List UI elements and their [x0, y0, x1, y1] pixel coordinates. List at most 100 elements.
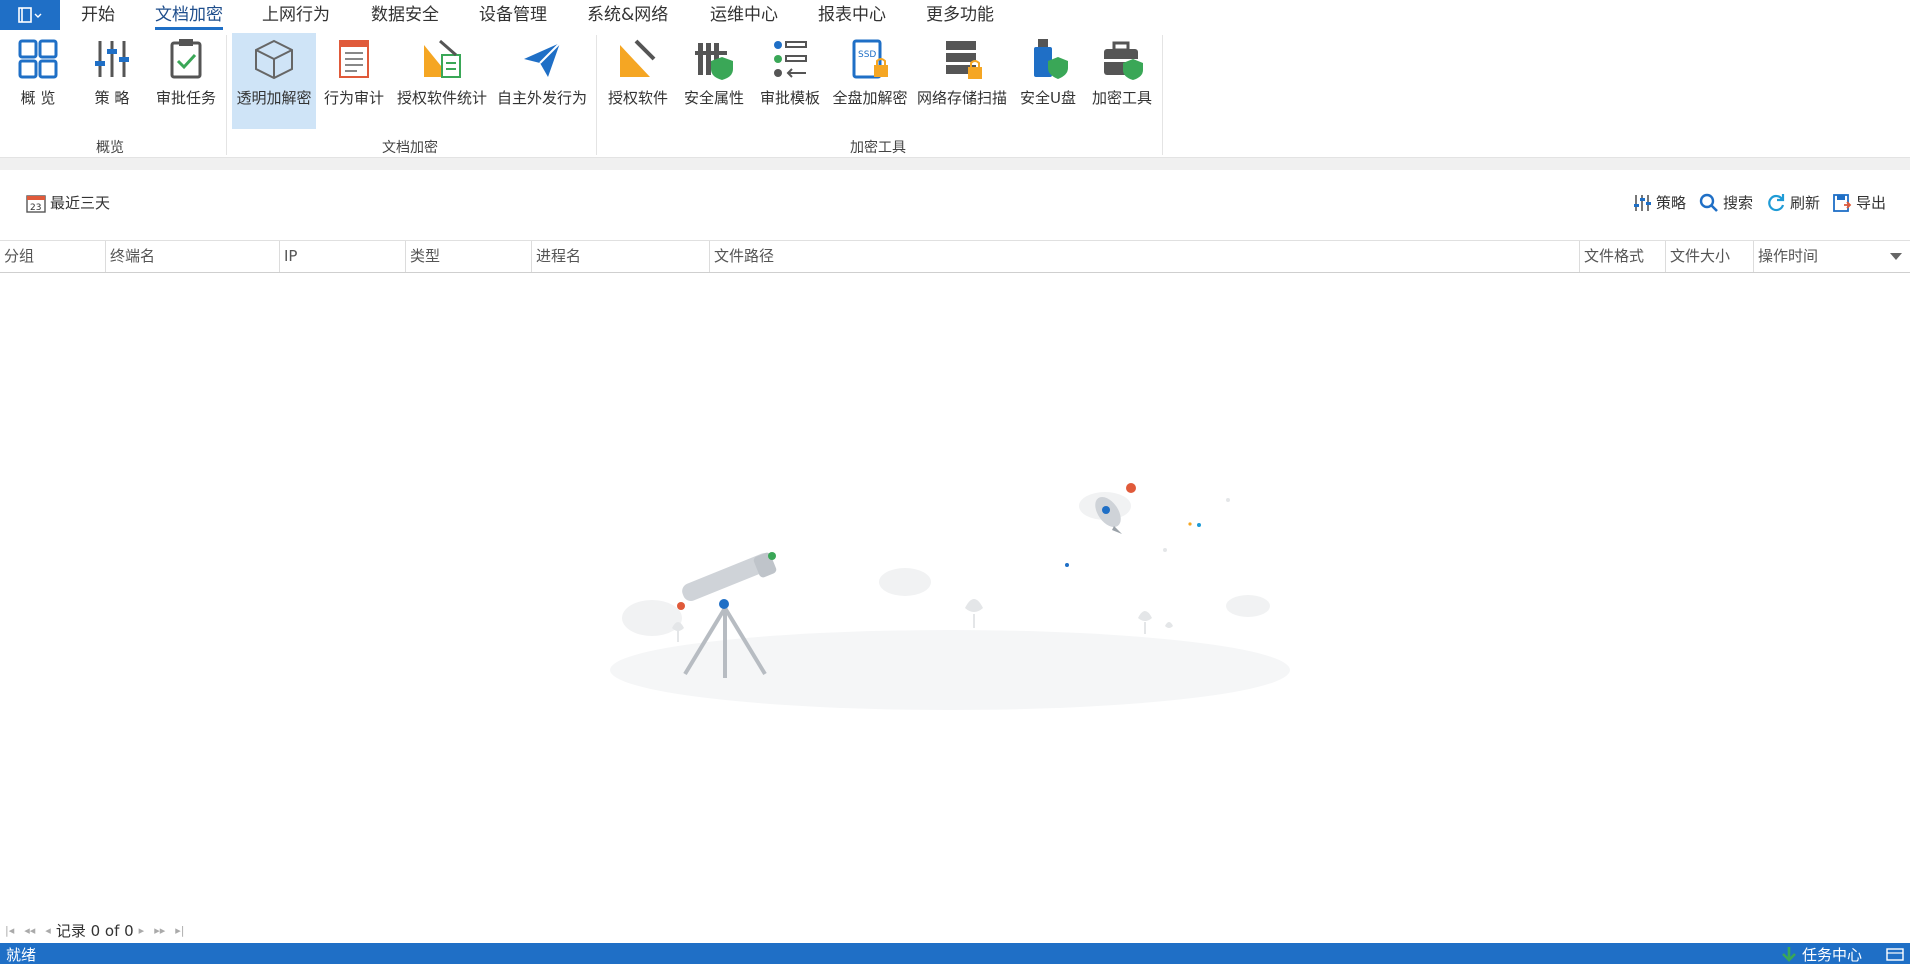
encryption-tools-label: 加密工具 [1091, 89, 1152, 107]
toolbox-icon [1104, 41, 1143, 80]
paper-plane-icon [524, 42, 561, 77]
approval-template-label: 审批模板 [759, 89, 820, 107]
export-button[interactable]: 导出 [1832, 192, 1886, 213]
strategy-tool-button[interactable]: 策略 [1632, 192, 1686, 213]
column-header-operation-time[interactable]: 操作时间 [1754, 241, 1910, 272]
tab-internet-behavior[interactable]: 上网行为 [262, 2, 330, 28]
first-page-icon[interactable]: |◂ [5, 924, 14, 937]
cube-icon [255, 39, 293, 80]
calendar-day: 23 [30, 203, 41, 213]
software-stats-icon [424, 39, 461, 78]
export-icon [1833, 193, 1852, 212]
tab-report-center[interactable]: 报表中心 [818, 2, 886, 28]
approval-template-button[interactable]: 审批模板 [756, 33, 824, 129]
date-range-button[interactable]: 23 最近三天 [26, 192, 110, 213]
tab-start[interactable]: 开始 [81, 2, 115, 28]
tab-more-features[interactable]: 更多功能 [926, 2, 994, 28]
usb-shield-icon [1034, 39, 1068, 79]
prev-group-icon[interactable]: ◂◂ [24, 924, 35, 937]
transparent-encryption-label: 透明加解密 [236, 89, 312, 107]
empty-state-illustration [610, 483, 1290, 710]
ribbon-divider [0, 157, 1910, 170]
download-arrow-icon [1782, 946, 1796, 962]
authorized-software-stats-button[interactable]: 授权软件统计 [396, 33, 488, 129]
encryption-tools-button[interactable]: 加密工具 [1088, 33, 1156, 129]
sliders-icon [1634, 194, 1651, 211]
column-header-file-size[interactable]: 文件大小 [1666, 241, 1754, 272]
ruler-pencil-icon [620, 39, 656, 77]
date-range-label: 最近三天 [50, 194, 111, 212]
task-center-button[interactable]: 任务中心 [1780, 944, 1862, 965]
strategy-label: 策 略 [94, 89, 130, 107]
tab-ops-center[interactable]: 运维中心 [710, 2, 778, 28]
column-header-group[interactable]: 分组 [0, 241, 106, 272]
overview-button[interactable]: 概 览 [10, 33, 66, 129]
column-header-terminal-name[interactable]: 终端名 [106, 241, 280, 272]
secure-usb-label: 安全U盘 [1020, 89, 1076, 107]
network-storage-scan-button[interactable]: 网络存储扫描 [914, 33, 1010, 129]
last-page-icon[interactable]: ▸| [175, 924, 184, 937]
window-layout-icon[interactable] [1886, 948, 1904, 961]
full-disk-encryption-button[interactable]: SSD 全盘加解密 [830, 33, 910, 129]
approval-task-button[interactable]: 审批任务 [152, 33, 220, 129]
search-button[interactable]: 搜索 [1699, 192, 1753, 213]
authorized-software-stats-label: 授权软件统计 [396, 89, 487, 107]
search-label: 搜索 [1723, 194, 1754, 212]
column-header-process-name[interactable]: 进程名 [532, 241, 710, 272]
group-separator [596, 35, 597, 155]
group-separator [226, 35, 227, 155]
behavior-audit-label: 行为审计 [323, 89, 384, 107]
task-center-label: 任务中心 [1801, 946, 1862, 964]
clipboard-check-icon [170, 39, 202, 79]
ssd-lock-icon: SSD [852, 39, 888, 79]
column-header-file-format[interactable]: 文件格式 [1580, 241, 1666, 272]
group-label-overview: 概览 [96, 140, 124, 156]
app-menu-button[interactable] [0, 0, 60, 30]
transparent-encryption-button[interactable]: 透明加解密 [232, 33, 316, 129]
refresh-label: 刷新 [1790, 194, 1821, 212]
pager: |◂ ◂◂ ◂ 记录 0 of 0 ▸ ▸▸ ▸| [0, 920, 189, 940]
refresh-icon [1768, 193, 1785, 211]
export-label: 导出 [1856, 194, 1887, 212]
secure-usb-button[interactable]: 安全U盘 [1014, 33, 1082, 129]
strategy-tool-label: 策略 [1656, 194, 1687, 212]
full-disk-encryption-label: 全盘加解密 [832, 89, 908, 107]
column-header-type[interactable]: 类型 [406, 241, 532, 272]
record-count: 记录 0 of 0 [55, 921, 134, 940]
outgoing-behavior-label: 自主外发行为 [496, 89, 587, 107]
group-separator [1162, 35, 1163, 155]
search-icon [1699, 193, 1718, 212]
status-text: 就绪 [6, 946, 37, 964]
column-dropdown-icon[interactable] [1890, 253, 1902, 261]
app-menu-icon [18, 7, 42, 23]
column-header-ip[interactable]: IP [280, 241, 406, 272]
ribbon: 概 览 策 略 审批任务 概览 透明加解密 行为审计 授权软件统计 自主外发行为… [0, 33, 1910, 157]
refresh-button[interactable]: 刷新 [1766, 192, 1820, 213]
tab-system-network[interactable]: 系统&网络 [587, 2, 668, 28]
column-header-file-path[interactable]: 文件路径 [710, 241, 1580, 272]
menu-bar: 开始 文档加密 上网行为 数据安全 设备管理 系统&网络 运维中心 报表中心 更… [0, 0, 1910, 33]
server-lock-icon [946, 41, 982, 79]
group-label-encryption-tools: 加密工具 [850, 140, 906, 156]
next-group-icon[interactable]: ▸▸ [154, 924, 165, 937]
tab-data-security[interactable]: 数据安全 [371, 2, 439, 28]
strategy-button[interactable]: 策 略 [84, 33, 140, 129]
next-page-icon[interactable]: ▸ [139, 924, 145, 937]
security-attribute-button[interactable]: 安全属性 [680, 33, 748, 129]
security-attribute-label: 安全属性 [683, 89, 744, 107]
behavior-audit-button[interactable]: 行为审计 [320, 33, 388, 129]
toolbar: 23 最近三天 策略 搜索 刷新 导出 [0, 170, 1910, 240]
sliders-icon [95, 41, 129, 77]
audit-document-icon [339, 40, 369, 78]
prev-page-icon[interactable]: ◂ [45, 924, 51, 937]
network-storage-scan-label: 网络存储扫描 [916, 89, 1007, 107]
authorized-software-label: 授权软件 [607, 89, 668, 107]
group-label-doc-encryption: 文档加密 [382, 140, 438, 156]
tab-document-encryption[interactable]: 文档加密 [155, 2, 223, 30]
user-list-icon [774, 41, 807, 78]
authorized-software-button[interactable]: 授权软件 [604, 33, 672, 129]
tab-device-management[interactable]: 设备管理 [479, 2, 547, 28]
svg-text:SSD: SSD [858, 50, 876, 60]
status-bar: 就绪 任务中心 [0, 943, 1910, 964]
outgoing-behavior-button[interactable]: 自主外发行为 [496, 33, 588, 129]
